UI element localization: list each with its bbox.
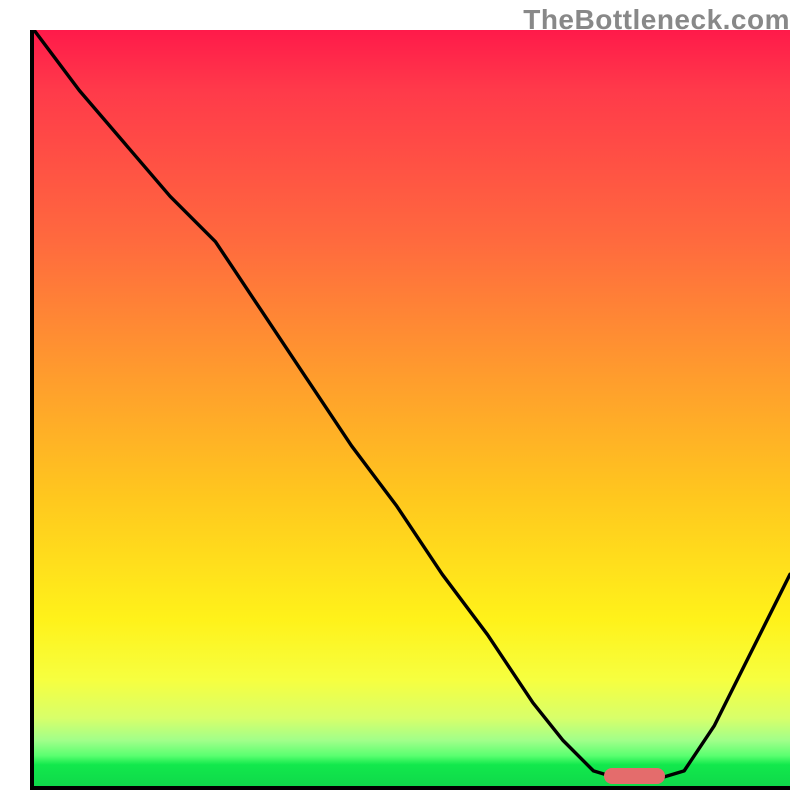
marker-bar bbox=[604, 768, 665, 784]
chart-canvas: TheBottleneck.com bbox=[0, 0, 800, 800]
plot-area bbox=[30, 30, 790, 790]
watermark-text: TheBottleneck.com bbox=[523, 4, 790, 36]
curve-line bbox=[34, 30, 790, 786]
